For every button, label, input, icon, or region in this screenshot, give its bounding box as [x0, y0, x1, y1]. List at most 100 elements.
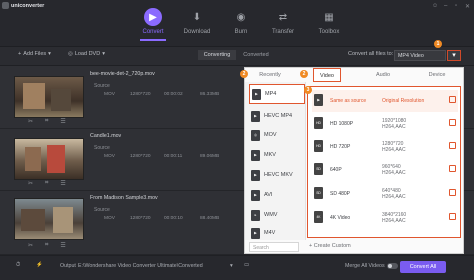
close-icon[interactable]: ✕	[465, 3, 470, 10]
folder-icon[interactable]: ▭	[244, 262, 249, 268]
format-item-hevc-mp4[interactable]: ▶ HEVC MP4	[249, 106, 305, 126]
resolution-item[interactable]: HD HD 1080P 1920*1080 H264,AAC	[312, 113, 458, 135]
minimize-icon[interactable]: –	[444, 3, 447, 9]
dvd-icon: ◎	[68, 51, 73, 57]
toolbox-icon: ▦	[324, 11, 334, 23]
resolution-detail: 1280*720 H264,AAC	[382, 141, 406, 153]
source-label: Source	[94, 207, 110, 213]
nav-toolbox-label: Toolbox	[318, 29, 340, 35]
convert-all-format-select[interactable]: MP4 Video	[394, 50, 446, 61]
edit-icon[interactable]	[449, 142, 456, 149]
edit-icon[interactable]	[449, 119, 456, 126]
settings-icon[interactable]: ☰	[60, 242, 65, 249]
format-item-mp4[interactable]: ▶ MP4	[249, 84, 305, 104]
user-icon[interactable]: ☺	[432, 3, 438, 9]
resolution-item[interactable]: HD HD 720P 1280*720 H264,AAC	[312, 136, 458, 158]
resolution-item[interactable]: 4K 4K Video 3840*2160 H264,AAC	[312, 207, 458, 229]
resolution-item[interactable]: SD 640P 960*640 H264,AAC	[312, 159, 458, 181]
clock-icon[interactable]: ⏱	[16, 262, 20, 269]
app-logo: uniconverter	[2, 2, 44, 9]
video-file-icon: ▶	[314, 94, 323, 106]
tab-converting[interactable]: Converting	[198, 50, 236, 60]
settings-icon[interactable]: ☰	[60, 180, 65, 187]
format-label: WMV	[264, 212, 278, 218]
merge-toggle[interactable]	[387, 263, 398, 269]
resolution-name: HD 1080P	[330, 121, 354, 127]
step-badge-3: 3	[304, 86, 312, 94]
video-file-icon: ▶	[251, 189, 260, 201]
resolution-detail: 960*640 H264,AAC	[382, 164, 406, 176]
format-item-mov[interactable]: ◎ MOV	[249, 125, 305, 145]
file-size: 89.06MB	[200, 154, 220, 159]
resolution-list: ▶ Same as source Original Resolution HD …	[307, 86, 461, 238]
add-files-button[interactable]: + Add Files ▾	[18, 51, 51, 57]
resolution-detail: 3840*2160 H264,AAC	[382, 212, 407, 224]
tab-recently[interactable]: Recently	[245, 68, 295, 82]
format-item-mkv[interactable]: ▶ MKV	[249, 145, 305, 165]
disc-icon: ◉	[236, 11, 246, 23]
cut-icon[interactable]: ✂	[28, 242, 33, 249]
edit-icon[interactable]	[449, 96, 456, 103]
format-item-avi[interactable]: ▶ AVI	[249, 185, 305, 205]
nav-burn[interactable]: ◉ Burn	[220, 8, 262, 36]
output-dropdown-icon[interactable]: ▾	[230, 263, 233, 269]
format-dropdown-button[interactable]: ▾	[447, 50, 461, 61]
convert-icon: ▶	[144, 8, 162, 26]
file-duration: 00:00:10	[164, 216, 183, 221]
video-thumbnail	[14, 198, 84, 240]
nav-transfer[interactable]: ⇄ Transfer	[262, 8, 304, 36]
create-custom-button[interactable]: + Create Custom	[309, 243, 351, 249]
crop-icon[interactable]: ⌗	[45, 180, 48, 187]
quicktime-icon: ◎	[251, 129, 260, 141]
nav-burn-label: Burn	[234, 29, 248, 35]
resolution-item[interactable]: ▶ Same as source Original Resolution	[312, 90, 458, 112]
source-label: Source	[94, 83, 110, 89]
nav-download[interactable]: ⬇ Download	[176, 8, 218, 36]
edit-icon[interactable]	[449, 213, 456, 220]
tab-audio[interactable]: Audio	[363, 68, 403, 82]
cut-icon[interactable]: ✂	[28, 118, 33, 125]
settings-icon[interactable]: ☰	[60, 118, 65, 125]
nav-convert[interactable]: ▶ Convert	[132, 8, 174, 41]
file-duration: 00:00:02	[164, 92, 183, 97]
video-file-icon: ▶	[252, 88, 261, 100]
video-file-icon: ▶	[251, 227, 260, 239]
resolution-name: SD 480P	[330, 191, 351, 197]
file-resolution: 1280*720	[130, 92, 151, 97]
format-label: HEVC MP4	[264, 113, 293, 119]
tab-video[interactable]: Video	[313, 68, 341, 82]
cut-icon[interactable]: ✂	[28, 180, 33, 187]
output-label: Output	[60, 263, 76, 269]
convert-all-to-label: Convert all files to:	[348, 51, 394, 57]
format-label: MKV	[264, 152, 276, 158]
resolution-detail: 1920*1080 H264,AAC	[382, 118, 407, 130]
tab-converted[interactable]: Converted	[238, 50, 274, 60]
format-panel: Recently Video Audio Device ▶ MP4 ▶ HEVC M…	[244, 67, 464, 254]
output-path[interactable]: E:\Wondershare Video Converter Ultimate\…	[78, 263, 203, 269]
add-icon: +	[18, 51, 22, 57]
step-badge-1: 1	[434, 40, 442, 48]
crop-icon[interactable]: ⌗	[45, 118, 48, 125]
edit-icon[interactable]	[449, 165, 456, 172]
app-logo-icon	[2, 2, 9, 9]
windows-media-icon: ▸	[251, 209, 260, 221]
format-item-m4v[interactable]: ▶ M4V	[249, 223, 305, 243]
edit-tools: ✂ ⌗ ☰	[28, 180, 66, 187]
maximize-icon[interactable]: ▫	[455, 3, 457, 9]
format-item-hevc-mkv[interactable]: ▶ HEVC MKV	[249, 165, 305, 185]
file-name: bee-movie-det-2_720p.mov	[90, 71, 155, 77]
crop-icon[interactable]: ⌗	[45, 242, 48, 249]
nav-toolbox[interactable]: ▦ Toolbox	[308, 8, 350, 36]
format-item-wmv[interactable]: ▸ WMV	[249, 205, 305, 225]
download-icon: ⬇	[192, 11, 202, 23]
tab-device[interactable]: Device	[417, 68, 457, 82]
format-search-input[interactable]: Search	[249, 242, 299, 252]
edit-icon[interactable]	[449, 189, 456, 196]
load-dvd-button[interactable]: ◎ Load DVD ▾	[68, 51, 105, 57]
resolution-item[interactable]: SD SD 480P 640*480 H264,AAC	[312, 183, 458, 205]
resolution-detail: 640*480 H264,AAC	[382, 188, 406, 200]
flash-icon[interactable]: ⚡	[36, 262, 43, 268]
convert-all-button[interactable]: Convert All	[400, 261, 446, 273]
app-name: uniconverter	[11, 2, 45, 9]
file-size: 86.33MB	[200, 92, 220, 97]
